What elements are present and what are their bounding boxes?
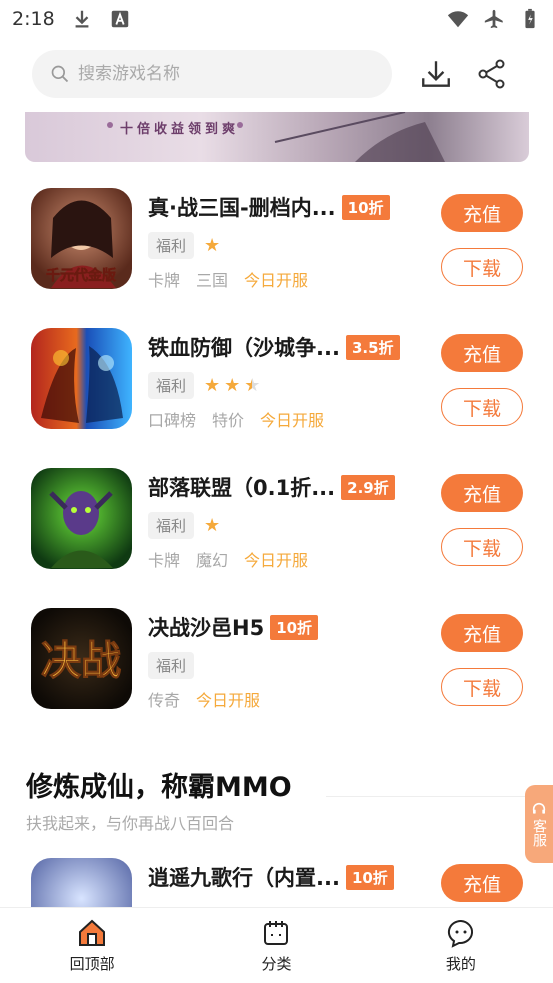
recharge-button[interactable]: 充值 <box>441 334 523 372</box>
section-divider <box>326 796 526 797</box>
airplane-icon <box>484 9 503 29</box>
game-icon[interactable]: 决战 <box>31 608 132 709</box>
game-title[interactable]: 部落联盟（0.1折... <box>148 472 335 502</box>
nav-label: 我的 <box>445 955 476 973</box>
section-title: 修炼成仙，称霸MMO <box>26 772 292 803</box>
discount-badge: 2.9折 <box>341 474 395 500</box>
nav-label: 分类 <box>261 955 292 973</box>
star-icon: ★ <box>204 235 221 256</box>
game-title[interactable]: 逍遥九歌行（内置... <box>148 862 340 892</box>
category-tag: 卡牌 <box>148 271 181 290</box>
download-button[interactable]: 下载 <box>441 528 523 566</box>
star-icon: ★ <box>204 515 221 536</box>
recharge-button[interactable]: 充值 <box>441 194 523 232</box>
category-tag: 特价 <box>212 411 245 430</box>
nav-mine[interactable]: 我的 <box>369 908 553 983</box>
welfare-tag: 福利 <box>148 232 195 259</box>
half-star-icon: ★ <box>244 375 261 396</box>
category-tag: 传奇 <box>148 691 181 710</box>
game-list: 千元代金版 真·战三国-删档内... 10折 福利 ★ 卡牌 三国 今日开服 充… <box>0 180 553 740</box>
category-icon <box>264 921 289 945</box>
download-icon <box>422 61 450 87</box>
server-open-label: 今日开服 <box>260 411 325 430</box>
section-subtitle: 扶我起来，与你再战八百回合 <box>26 814 235 833</box>
game-title[interactable]: 决战沙邑H5 <box>148 612 264 642</box>
share-icon <box>478 59 505 89</box>
game-title[interactable]: 真·战三国-删档内... <box>148 192 336 222</box>
customer-service-tab[interactable]: 客服 <box>525 785 553 863</box>
server-open-label: 今日开服 <box>196 691 261 710</box>
welfare-tag: 福利 <box>148 512 195 539</box>
game-icon-label: 千元代金版 <box>46 267 116 284</box>
nav-back-to-top[interactable]: 回顶部 <box>0 908 184 983</box>
welfare-tag: 福利 <box>148 652 195 679</box>
game-row[interactable]: 千元代金版 真·战三国-删档内... 10折 福利 ★ 卡牌 三国 今日开服 充… <box>0 180 553 320</box>
status-bar: 2:18 <box>0 0 553 38</box>
server-open-label: 今日开服 <box>244 551 309 570</box>
discount-badge: 10折 <box>341 194 390 220</box>
nav-category[interactable]: 分类 <box>184 908 368 983</box>
rating-stars: ★ ★ ★ <box>204 375 260 396</box>
section-header: 修炼成仙，称霸MMO 扶我起来，与你再战八百回合 <box>26 765 526 834</box>
top-toolbar <box>32 50 533 98</box>
category-tag: 卡牌 <box>148 551 181 570</box>
home-icon <box>79 919 106 946</box>
font-status-icon <box>111 10 128 28</box>
discount-badge: 10折 <box>345 864 394 890</box>
star-icon: ★ <box>204 375 221 396</box>
wifi-icon <box>447 11 469 28</box>
game-title[interactable]: 铁血防御（沙城争... <box>148 332 340 362</box>
game-icon[interactable] <box>31 858 132 907</box>
search-icon <box>51 65 69 83</box>
recharge-button[interactable]: 充值 <box>441 864 523 902</box>
recharge-button[interactable]: 充值 <box>441 474 523 512</box>
game-row[interactable]: 决战 决战沙邑H5 10折 福利 传奇 今日开服 充值 下载 <box>0 600 553 740</box>
share-button[interactable] <box>470 52 514 96</box>
battery-icon <box>525 8 535 29</box>
game-icon[interactable] <box>31 468 132 569</box>
chat-icon <box>447 919 473 948</box>
download-manager-button[interactable] <box>414 52 458 96</box>
download-button[interactable]: 下载 <box>441 668 523 706</box>
search-input[interactable] <box>78 64 358 84</box>
status-time: 2:18 <box>12 8 55 30</box>
search-box[interactable] <box>32 50 392 98</box>
customer-service-label: 客服 <box>531 819 547 847</box>
discount-badge: 3.5折 <box>345 334 400 360</box>
rating-stars: ★ <box>204 515 220 536</box>
game-row[interactable]: 部落联盟（0.1折... 2.9折 福利 ★ 卡牌 魔幻 今日开服 充值 下载 <box>0 460 553 600</box>
recharge-button[interactable]: 充值 <box>441 614 523 652</box>
bottom-nav: 回顶部 分类 我的 <box>0 907 553 983</box>
promo-banner[interactable]: 十倍收益领到爽 <box>25 112 529 162</box>
headset-icon <box>532 802 546 814</box>
star-icon: ★ <box>224 375 241 396</box>
game-row[interactable]: 逍遥九歌行（内置... 10折 充值 <box>0 850 553 907</box>
category-tag: 口碑榜 <box>148 411 197 430</box>
download-button[interactable]: 下载 <box>441 248 523 286</box>
download-button[interactable]: 下载 <box>441 388 523 426</box>
game-icon[interactable]: 千元代金版 <box>31 188 132 289</box>
category-tag: 三国 <box>196 271 229 290</box>
download-status-icon <box>75 10 89 28</box>
banner-art <box>107 112 445 162</box>
game-icon[interactable] <box>31 328 132 429</box>
welfare-tag: 福利 <box>148 372 195 399</box>
game-row[interactable]: 铁血防御（沙城争... 3.5折 福利 ★ ★ ★ 口碑榜 特价 今日开服 充值… <box>0 320 553 460</box>
server-open-label: 今日开服 <box>244 271 309 290</box>
discount-badge: 10折 <box>270 614 319 640</box>
nav-label: 回顶部 <box>69 955 115 973</box>
game-icon-label: 决战 <box>41 637 121 684</box>
category-tag: 魔幻 <box>196 551 229 570</box>
rating-stars: ★ <box>204 235 220 256</box>
